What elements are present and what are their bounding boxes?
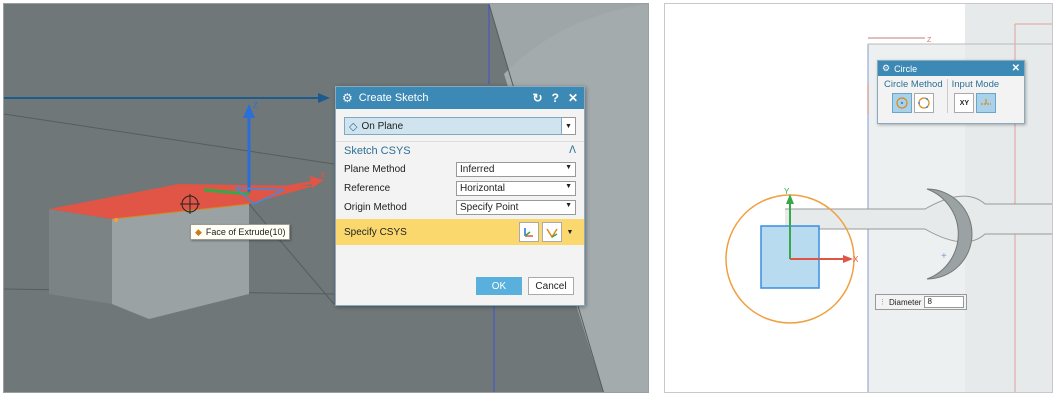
right-sketch-window[interactable]: + Y X Z ⚙ Circle ✕ Circle Method Input M…: [664, 3, 1053, 393]
cancel-button[interactable]: Cancel: [528, 277, 574, 295]
circle-body: Circle Method Input Mode XY: [878, 76, 1024, 116]
left-graphics-window[interactable]: Z X ◆ Face of Extrude(10) ⚙ Create Sketc…: [3, 3, 649, 393]
circle-titlebar[interactable]: ⚙ Circle ✕: [878, 61, 1024, 76]
plane-method-select[interactable]: Inferred ▼: [456, 162, 576, 177]
tooltip-text: Face of Extrude(10): [205, 227, 286, 237]
z-axis-label: Z: [253, 101, 258, 110]
dialog-titlebar[interactable]: ⚙ Create Sketch ↻ ? ✕: [336, 87, 584, 109]
origin-method-label: Origin Method: [344, 202, 407, 213]
reference-value: Horizontal: [460, 183, 506, 194]
circle-method-label: Circle Method: [884, 79, 943, 90]
x-axis-label: X: [320, 171, 326, 180]
sketch-type-select[interactable]: ◇ On Plane: [344, 117, 562, 135]
block-side: [49, 209, 112, 304]
help-icon[interactable]: ?: [552, 91, 559, 105]
dialog-buttons: OK Cancel: [476, 277, 574, 295]
face-tooltip: ◆ Face of Extrude(10): [190, 224, 291, 240]
reference-row: Reference Horizontal ▼: [344, 180, 576, 197]
z-axis-label: Z: [927, 37, 932, 44]
collapse-caret-icon[interactable]: ᐱ: [569, 145, 576, 156]
input-mode-group: Input Mode XY: [946, 79, 1004, 113]
reference-label: Reference: [344, 183, 391, 194]
plane-method-value: Inferred: [460, 164, 495, 175]
origin-method-select[interactable]: Specify Point ▼: [456, 200, 576, 215]
circle-dialog: ⚙ Circle ✕ Circle Method Input Mode XY: [877, 60, 1025, 124]
dialog-title: Create Sketch: [358, 92, 429, 104]
origin-method-value: Specify Point: [460, 202, 519, 213]
close-icon[interactable]: ✕: [1012, 63, 1020, 74]
chevron-down-icon: ▼: [565, 164, 572, 171]
reference-select[interactable]: Horizontal ▼: [456, 181, 576, 196]
specify-csys-row[interactable]: Specify CSYS ▼: [336, 219, 584, 245]
input-mode-label: Input Mode: [951, 79, 1000, 90]
diameter-field[interactable]: 8: [924, 296, 965, 308]
reset-icon[interactable]: ↻: [533, 91, 543, 105]
plane-method-row: Plane Method Inferred ▼: [344, 161, 576, 178]
csys-dialog-icon[interactable]: [519, 222, 539, 242]
ok-button[interactable]: OK: [476, 277, 522, 295]
xy-label: XY: [959, 99, 970, 107]
circle-title: Circle: [894, 63, 918, 74]
plane-icon: ◇: [349, 120, 358, 133]
close-icon[interactable]: ✕: [568, 91, 578, 105]
origin-method-row: Origin Method Specify Point ▼: [344, 199, 576, 216]
sketch-type-value: On Plane: [361, 120, 404, 132]
circle-method-group: Circle Method: [880, 79, 947, 113]
parameter-mode-icon[interactable]: [976, 93, 997, 113]
sketch-type-row: ◇ On Plane ▼: [344, 117, 576, 135]
svg-text:+: +: [941, 251, 947, 262]
chevron-down-icon: ▼: [565, 183, 572, 190]
center-diameter-icon[interactable]: [892, 93, 913, 113]
x-axis-label: X: [853, 255, 859, 264]
create-sketch-dialog: ⚙ Create Sketch ↻ ? ✕ ◇ On Plane ▼ Sketc…: [335, 86, 585, 306]
section-title: Sketch CSYS: [344, 144, 411, 157]
y-axis-label: Y: [784, 187, 790, 196]
diameter-input-box: ⋮ Diameter 8: [875, 294, 967, 310]
chevron-down-icon[interactable]: ▼: [564, 222, 576, 242]
chevron-down-icon: ▼: [565, 202, 572, 209]
gear-icon: ⚙: [342, 91, 353, 105]
xy-mode-button[interactable]: XY: [954, 93, 975, 113]
diameter-label: Diameter: [889, 297, 922, 307]
specify-csys-label: Specify CSYS: [344, 226, 407, 238]
gear-icon: ⚙: [882, 63, 891, 73]
drag-grip-icon[interactable]: ⋮: [879, 298, 886, 306]
inferred-csys-icon[interactable]: [542, 222, 562, 242]
plane-method-label: Plane Method: [344, 164, 406, 175]
face-icon: ◆: [195, 226, 202, 237]
sketch-csys-section-header[interactable]: Sketch CSYS ᐱ: [336, 141, 584, 159]
chevron-down-icon[interactable]: ▼: [562, 117, 576, 135]
screenshot-root: Z X ◆ Face of Extrude(10) ⚙ Create Sketc…: [0, 0, 1056, 396]
three-point-circle-icon[interactable]: [914, 93, 935, 113]
